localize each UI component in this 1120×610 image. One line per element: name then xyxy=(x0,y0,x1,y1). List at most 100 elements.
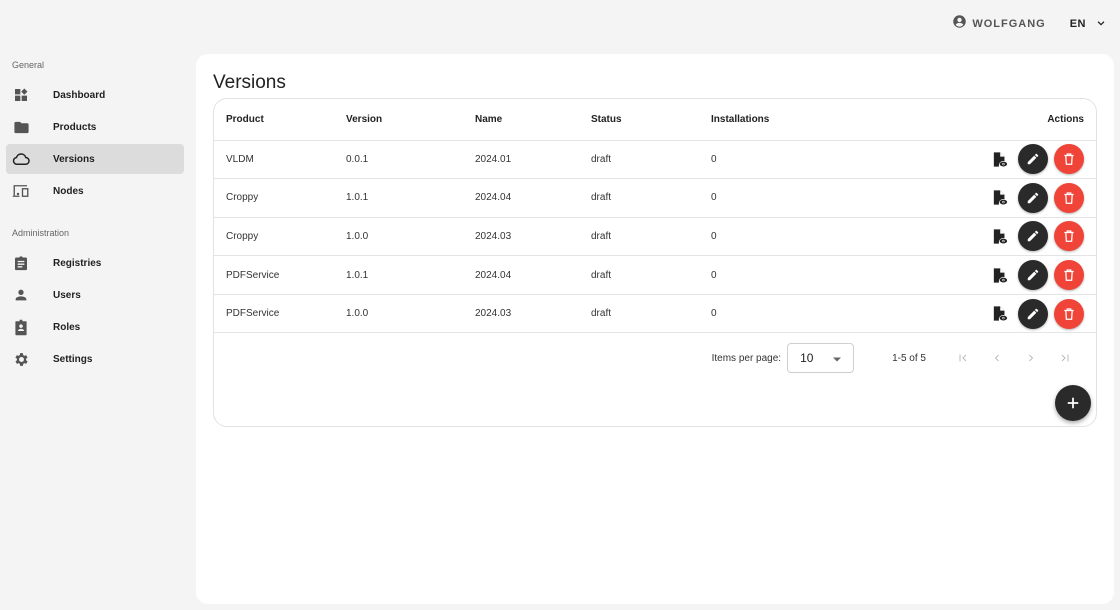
top-bar: WOLFGANG EN xyxy=(0,0,1120,48)
page-title: Versions xyxy=(213,72,286,93)
sidebar-item-label: Nodes xyxy=(53,185,84,197)
main-content: Versions Product Version Name Status Ins… xyxy=(196,54,1114,604)
first-page-icon xyxy=(959,354,967,362)
column-header-installations[interactable]: Installations xyxy=(711,99,848,141)
edit-icon xyxy=(1027,154,1039,165)
chevron-down-icon xyxy=(1096,15,1106,33)
sidebar-item-dashboard[interactable]: Dashboard xyxy=(6,80,184,110)
sidebar-item-products[interactable]: Products xyxy=(6,112,184,142)
next-page-button[interactable] xyxy=(1014,344,1048,372)
cell-name: 2024.04 xyxy=(475,178,591,218)
cell-actions xyxy=(847,140,1096,180)
sidebar-item-registries[interactable]: Registries xyxy=(6,248,184,278)
delete-icon xyxy=(1064,269,1074,281)
add-version-button[interactable] xyxy=(1055,385,1091,421)
language-select[interactable]: EN xyxy=(1070,15,1106,33)
table-header-row: Product Version Name Status Installation… xyxy=(214,99,1096,141)
delete-button[interactable] xyxy=(1054,221,1084,252)
view-button[interactable] xyxy=(990,150,1008,168)
clipboard-icon xyxy=(12,254,30,272)
sidebar-item-label: Registries xyxy=(53,257,102,269)
sidebar-item-label: Versions xyxy=(53,153,95,165)
delete-icon xyxy=(1064,230,1074,243)
devices-icon xyxy=(12,182,30,200)
edit-icon xyxy=(1027,192,1039,204)
items-per-page-label: Items per page: xyxy=(711,352,782,364)
delete-icon xyxy=(1064,192,1074,204)
edit-button[interactable] xyxy=(1018,221,1048,252)
last-page-button[interactable] xyxy=(1048,344,1082,372)
cell-installations: 0 xyxy=(711,178,848,218)
sidebar-item-label: Roles xyxy=(53,321,81,333)
cell-version: 1.0.1 xyxy=(346,255,475,295)
edit-button[interactable] xyxy=(1018,260,1048,291)
column-header-actions: Actions xyxy=(847,99,1096,141)
cell-product: Croppy xyxy=(214,178,346,218)
cell-name: 2024.03 xyxy=(475,217,591,257)
user-menu[interactable]: WOLFGANG xyxy=(952,14,1045,34)
chevron-right-icon xyxy=(1029,354,1034,362)
view-button[interactable] xyxy=(990,189,1008,207)
cell-installations: 0 xyxy=(711,217,848,257)
cell-name: 2024.03 xyxy=(475,294,591,334)
delete-button[interactable] xyxy=(1054,182,1084,213)
dropdown-arrow-icon xyxy=(833,351,842,365)
view-button[interactable] xyxy=(990,227,1008,245)
table-row: PDFService 1.0.0 2024.03 draft 0 xyxy=(214,294,1096,334)
sidebar-item-roles[interactable]: Roles xyxy=(6,312,184,342)
view-icon xyxy=(993,229,1007,244)
cell-name: 2024.04 xyxy=(475,255,591,295)
column-header-status[interactable]: Status xyxy=(591,99,711,141)
view-icon xyxy=(993,152,1007,167)
cell-version: 1.0.1 xyxy=(346,178,475,218)
cell-product: PDFService xyxy=(214,294,346,334)
delete-button[interactable] xyxy=(1054,144,1084,175)
edit-button[interactable] xyxy=(1018,298,1048,329)
edit-icon xyxy=(1027,269,1039,281)
table-row: Croppy 1.0.1 2024.04 draft 0 xyxy=(214,178,1096,218)
sidebar: General Dashboard Products Versions Node… xyxy=(0,52,192,376)
add-icon xyxy=(1067,397,1079,409)
cell-actions xyxy=(847,178,1096,218)
view-button[interactable] xyxy=(990,266,1008,284)
delete-icon xyxy=(1064,308,1074,320)
delete-button[interactable] xyxy=(1054,260,1084,291)
badge-icon xyxy=(12,318,30,336)
cell-installations: 0 xyxy=(711,255,848,295)
view-button[interactable] xyxy=(990,305,1008,323)
cell-status: draft xyxy=(591,140,711,180)
edit-button[interactable] xyxy=(1018,182,1048,213)
delete-button[interactable] xyxy=(1054,298,1084,329)
page-range-label: 1-5 of 5 xyxy=(892,352,926,364)
sidebar-item-label: Dashboard xyxy=(53,89,106,101)
view-icon xyxy=(993,190,1007,205)
gear-icon xyxy=(12,350,30,368)
cell-installations: 0 xyxy=(711,140,848,180)
user-name: WOLFGANG xyxy=(972,18,1046,30)
items-per-page-value: 10 xyxy=(800,351,814,365)
cell-status: draft xyxy=(591,294,711,334)
previous-page-button[interactable] xyxy=(980,344,1014,372)
sidebar-item-settings[interactable]: Settings xyxy=(6,344,184,374)
cell-status: draft xyxy=(591,178,711,218)
language-value: EN xyxy=(1069,18,1086,30)
section-label-administration: Administration xyxy=(12,228,70,238)
edit-icon xyxy=(1027,231,1039,242)
sidebar-item-nodes[interactable]: Nodes xyxy=(6,176,184,206)
last-page-icon xyxy=(1061,354,1069,362)
items-per-page-select[interactable]: 10 xyxy=(787,343,855,373)
sidebar-item-users[interactable]: Users xyxy=(6,280,184,310)
column-header-product[interactable]: Product xyxy=(214,99,346,141)
view-icon xyxy=(993,267,1007,283)
cell-actions xyxy=(847,217,1096,257)
cell-status: draft xyxy=(591,217,711,257)
sidebar-item-versions[interactable]: Versions xyxy=(6,144,184,174)
edit-button[interactable] xyxy=(1018,144,1048,175)
column-header-version[interactable]: Version xyxy=(346,99,475,141)
cell-name: 2024.01 xyxy=(475,140,591,180)
cell-product: Croppy xyxy=(214,217,346,257)
sidebar-item-label: Products xyxy=(53,121,97,133)
chevron-left-icon xyxy=(994,354,999,362)
first-page-button[interactable] xyxy=(946,344,980,372)
column-header-name[interactable]: Name xyxy=(475,99,591,141)
